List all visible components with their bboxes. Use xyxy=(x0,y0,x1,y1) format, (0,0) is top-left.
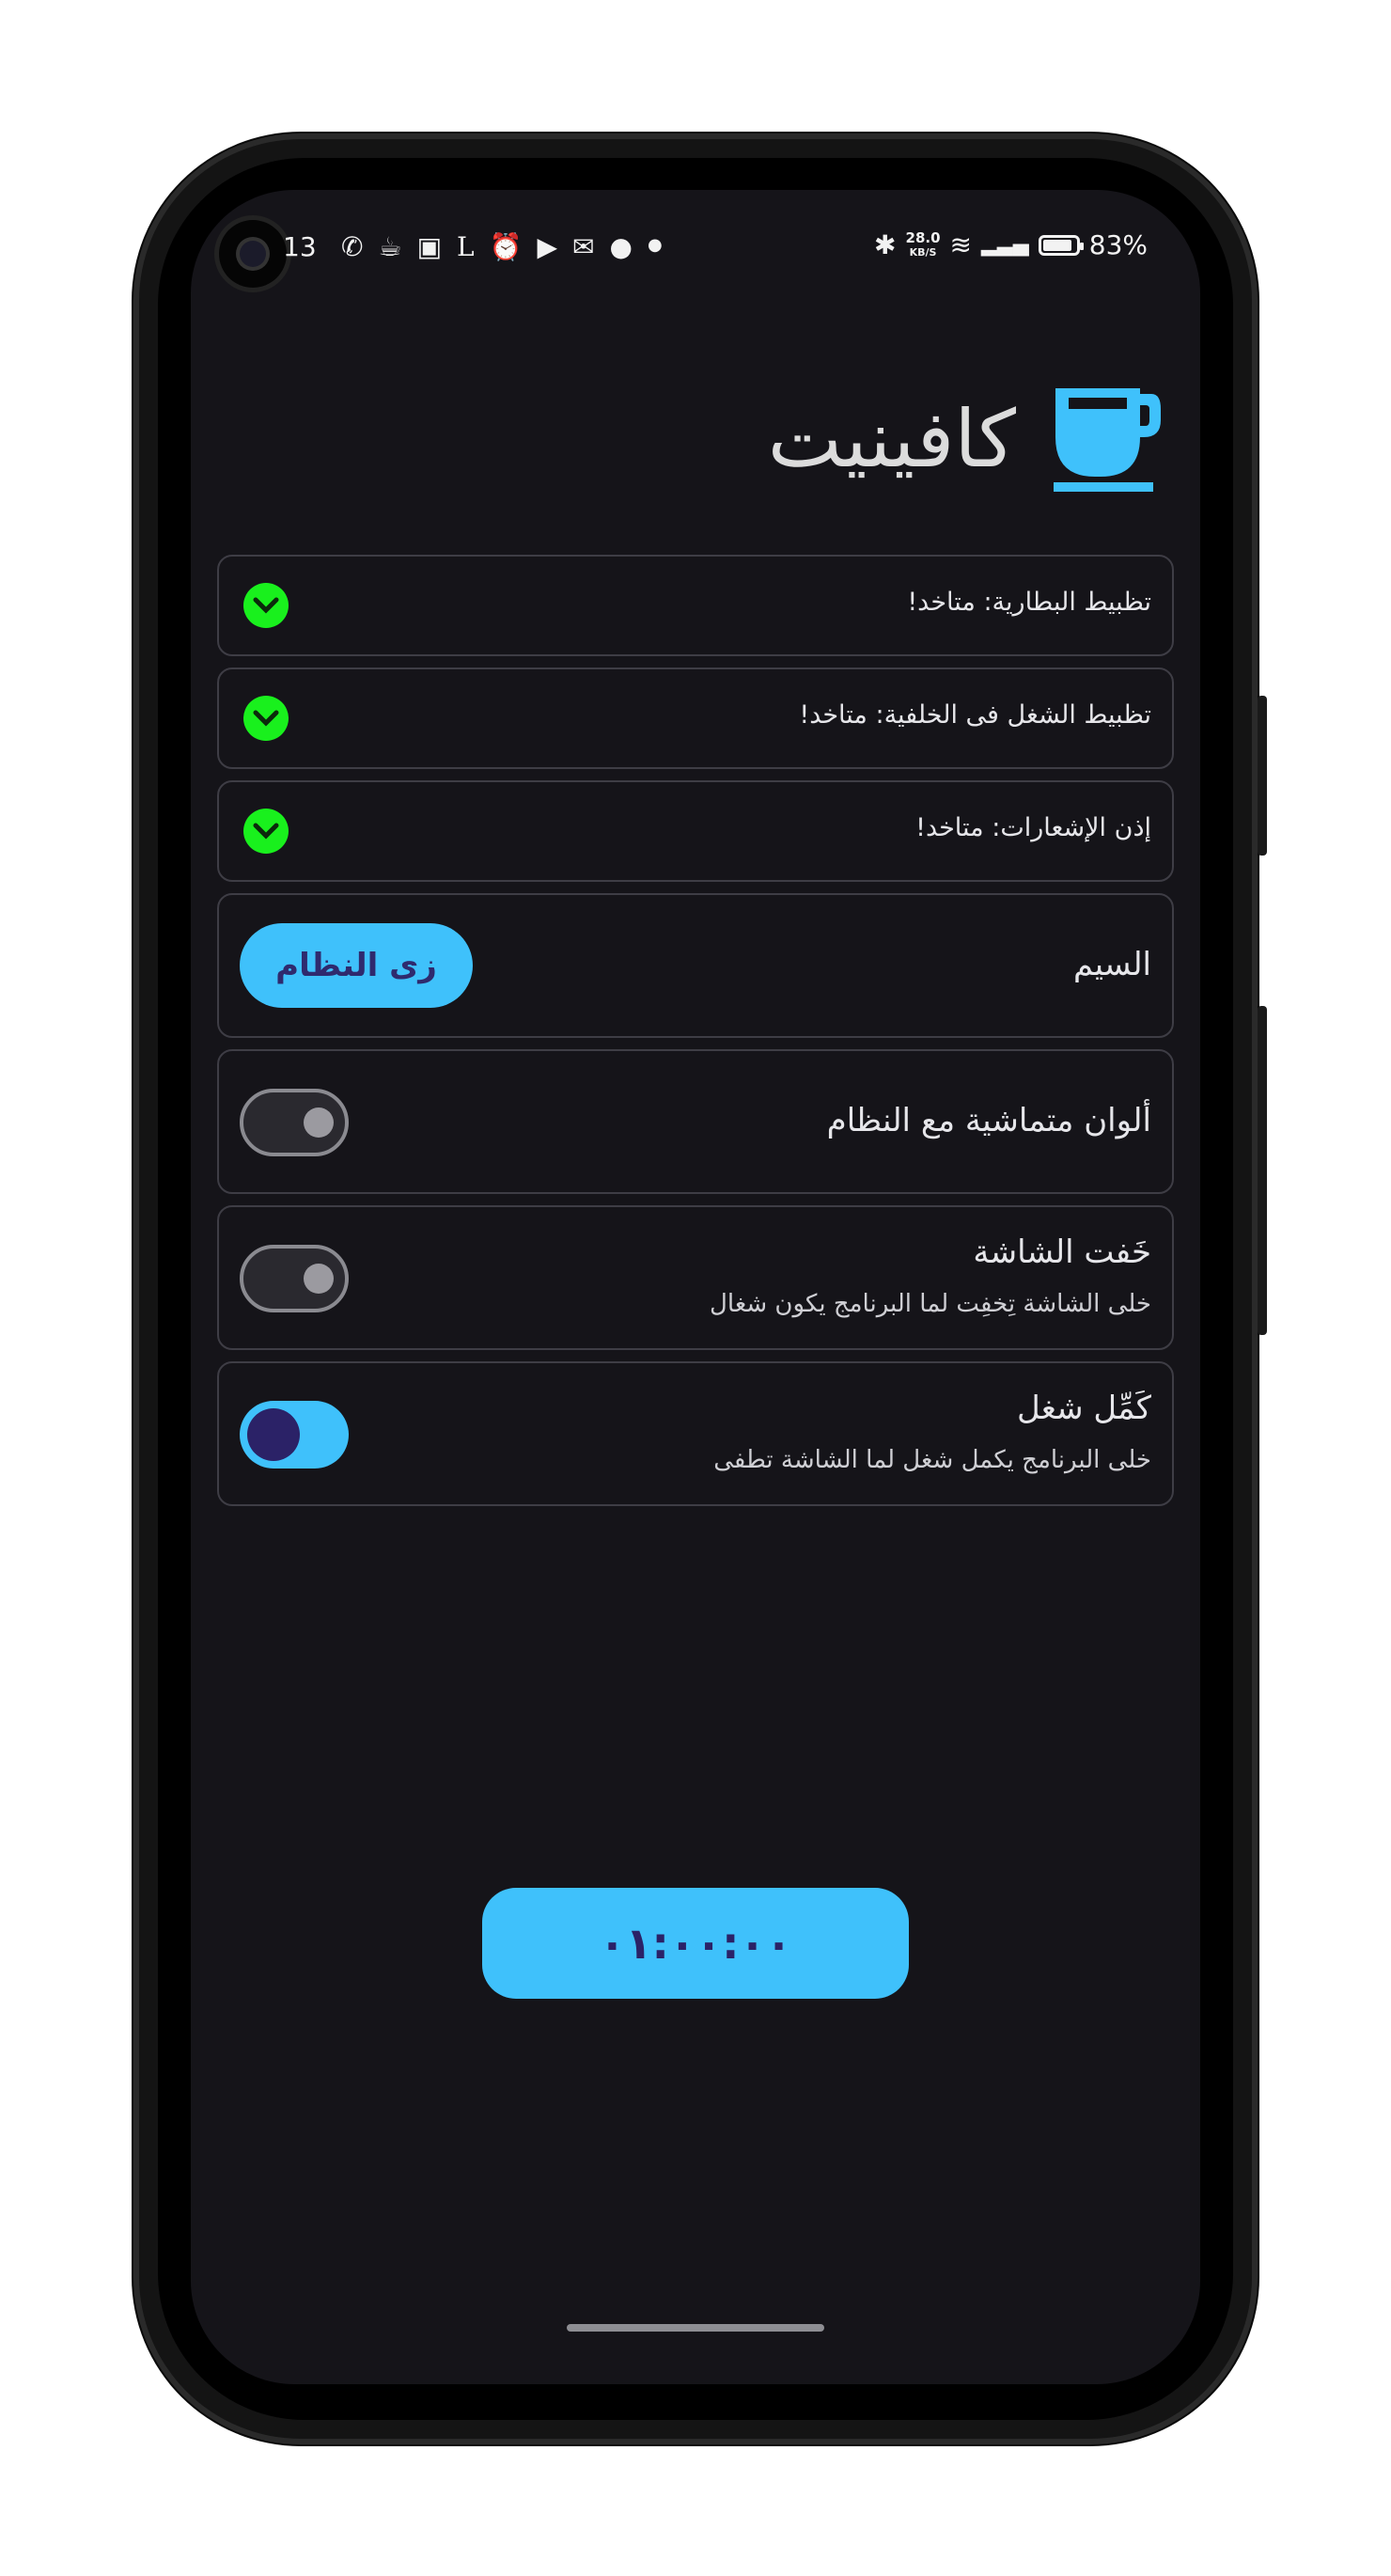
check-icon xyxy=(243,809,289,854)
alarm-icon: ⏰ xyxy=(489,231,523,262)
switch-knob xyxy=(247,1408,300,1461)
network-speed-value: 28.0 xyxy=(905,228,941,246)
power-button xyxy=(1258,696,1267,856)
coffee-icon: ☕ xyxy=(378,231,402,262)
dim-screen-switch[interactable] xyxy=(240,1245,349,1312)
background-activity-label: تظبيط الشغل فى الخلفية: متاخد! xyxy=(799,700,1151,730)
keep-running-title: كَمِّل شغل xyxy=(1016,1390,1151,1427)
battery-percent: 83% xyxy=(1088,229,1148,260)
dynamic-colors-row[interactable]: ألوان متماشية مع النظام xyxy=(217,1049,1174,1194)
keep-running-switch[interactable] xyxy=(240,1401,349,1469)
notification-permission-row[interactable]: إذن الإشعارات: متاخد! xyxy=(217,780,1174,882)
status-time: 13 xyxy=(283,231,317,262)
app-title: كافينيت xyxy=(767,393,1016,485)
timer-button[interactable]: ٠١:٠٠:٠٠ xyxy=(482,1888,909,1999)
app-header: كافينيت xyxy=(768,378,1163,500)
keep-running-row[interactable]: كَمِّل شغل خلى البرنامج يكمل شغل لما الش… xyxy=(217,1361,1174,1506)
dim-screen-title: خَفت الشاشة xyxy=(973,1233,1151,1271)
bluetooth-icon: ✱ xyxy=(874,229,897,260)
dynamic-colors-label: ألوان متماشية مع النظام xyxy=(826,1102,1151,1139)
app-screen: 13 ✆ ☕ ▣ L ⏰ ▶ ✉ ● ● ✱ 28.0 KB/S ≋ ▂▃▄ 8… xyxy=(191,190,1200,2384)
signal-icon: ▂▃▄ xyxy=(981,233,1029,257)
youtube-icon: ▶ xyxy=(537,231,558,262)
theme-label: السيم xyxy=(1072,946,1151,983)
check-icon xyxy=(243,696,289,741)
switch-knob xyxy=(304,1107,334,1138)
switch-knob xyxy=(304,1264,334,1294)
dim-screen-row[interactable]: خَفت الشاشة خلى الشاشة تِخفِت لما البرنا… xyxy=(217,1205,1174,1350)
gmail-icon: ✉ xyxy=(572,231,595,262)
l-icon: L xyxy=(457,231,475,262)
keep-running-subtitle: خلى البرنامج يكمل شغل لما الشاشة تطفى xyxy=(713,1446,1151,1474)
theme-select-button[interactable]: زى النظام xyxy=(240,923,473,1008)
volume-button xyxy=(1258,1006,1267,1335)
status-bar: 13 ✆ ☕ ▣ L ⏰ ▶ ✉ ● ● ✱ 28.0 KB/S ≋ ▂▃▄ 8… xyxy=(191,226,1200,273)
whatsapp-icon: ✆ xyxy=(341,231,364,262)
notification-icons: ✆ ☕ ▣ L ⏰ ▶ ✉ ● ● xyxy=(341,231,663,262)
theme-row: السيم زى النظام xyxy=(217,893,1174,1038)
notification-permission-label: إذن الإشعارات: متاخد! xyxy=(915,813,1151,842)
home-indicator[interactable] xyxy=(567,2324,824,2332)
coffee-cup-icon xyxy=(1054,388,1161,492)
mickey-icon: ● xyxy=(609,231,633,262)
network-speed: 28.0 KB/S xyxy=(906,230,941,260)
status-right: ✱ 28.0 KB/S ≋ ▂▃▄ 83% xyxy=(874,229,1148,260)
battery-optimization-row[interactable]: تظبيط البطارية: متاخد! xyxy=(217,555,1174,656)
network-speed-unit: KB/S xyxy=(909,245,937,259)
battery-icon xyxy=(1038,234,1084,256)
bag-icon: ▣ xyxy=(416,231,443,262)
check-icon xyxy=(243,583,289,628)
battery-optimization-label: تظبيط البطارية: متاخد! xyxy=(907,588,1151,617)
dim-screen-subtitle: خلى الشاشة تِخفِت لما البرنامج يكون شغال xyxy=(710,1290,1151,1318)
background-activity-row[interactable]: تظبيط الشغل فى الخلفية: متاخد! xyxy=(217,668,1174,769)
dynamic-colors-switch[interactable] xyxy=(240,1089,349,1156)
wifi-icon: ≋ xyxy=(949,229,972,260)
dot-icon: ● xyxy=(647,235,663,255)
